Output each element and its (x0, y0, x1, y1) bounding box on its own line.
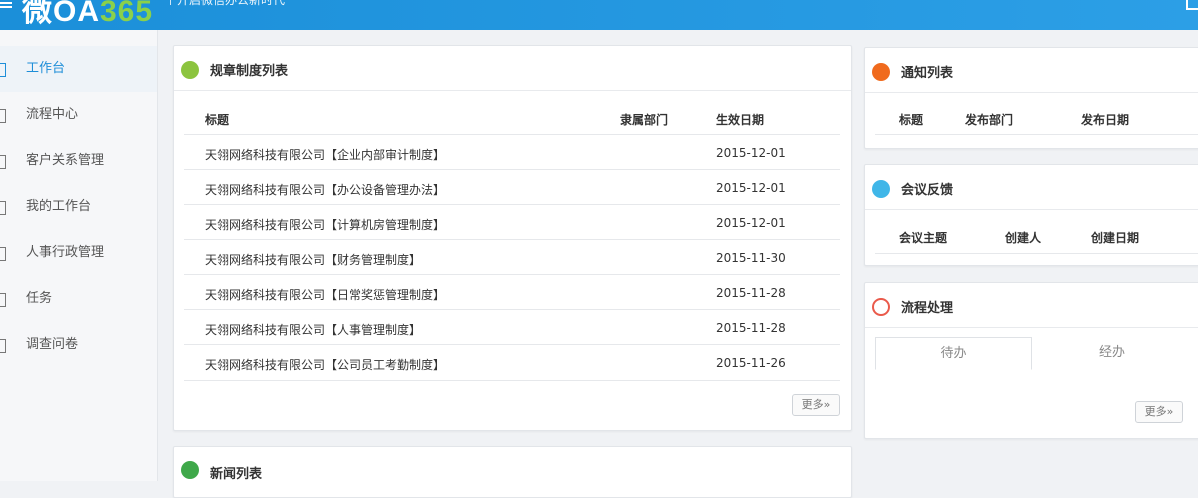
row-date: 2015-11-28 (716, 321, 786, 335)
column-header-created-date: 创建日期 (1091, 231, 1140, 245)
top-bar: 微OA365 开启微信办公新时代 (0, 0, 1198, 30)
column-header-date: 生效日期 (716, 113, 765, 127)
row-date: 2015-11-26 (716, 356, 786, 370)
row-date: 2015-12-01 (716, 146, 786, 160)
sidebar-item-my-workbench[interactable]: 我的工作台 (0, 184, 157, 230)
window-icon[interactable] (1186, 0, 1198, 10)
rules-panel: 规章制度列表 标题 隶属部门 生效日期 天翎网络科技有限公司【企业内部审计制度】… (173, 45, 852, 431)
column-header-title: 标题 (205, 113, 230, 127)
folder-icon (0, 247, 6, 261)
sidebar-item-label: 工作台 (26, 61, 66, 76)
row-title[interactable]: 天翎网络科技有限公司【办公设备管理办法】 (205, 181, 445, 198)
alarm-clock-icon (872, 298, 890, 316)
table-row[interactable]: 天翎网络科技有限公司【公司员工考勤制度】 2015-11-26 (184, 344, 840, 381)
row-title[interactable]: 天翎网络科技有限公司【企业内部审计制度】 (205, 146, 445, 163)
app-slogan: 开启微信办公新时代 (170, 0, 285, 8)
flow-panel: 流程处理 待办 经办 更多» (864, 282, 1198, 439)
panel-title: 会议反馈 (901, 183, 954, 198)
sidebar-item-label: 调查问卷 (26, 337, 79, 352)
table-row[interactable]: 天翎网络科技有限公司【日常奖惩管理制度】 2015-11-28 (184, 274, 840, 310)
table-header-divider (875, 253, 1198, 254)
row-date: 2015-11-28 (716, 286, 786, 300)
table-row[interactable]: 天翎网络科技有限公司【企业内部审计制度】 2015-12-01 (184, 134, 840, 170)
survey-icon (0, 339, 6, 353)
speaker-icon (872, 63, 890, 81)
notice-panel: 通知列表 标题 发布部门 发布日期 (864, 47, 1198, 149)
sidebar: 工作台 流程中心 客户关系管理 我的工作台 人事行政管理 任务 调查问卷 (0, 30, 158, 481)
panel-title: 通知列表 (901, 66, 954, 81)
sidebar-item-crm[interactable]: 客户关系管理 (0, 138, 157, 184)
sidebar-item-process-center[interactable]: 流程中心 (0, 92, 157, 138)
panel-title: 流程处理 (901, 301, 954, 316)
meeting-panel-header: 会议反馈 (865, 165, 1198, 210)
column-header-dept: 隶属部门 (620, 113, 669, 127)
column-header-dept: 发布部门 (965, 113, 1014, 127)
sidebar-item-hr-admin[interactable]: 人事行政管理 (0, 230, 157, 276)
tab-handled[interactable]: 经办 (1032, 337, 1192, 368)
row-date: 2015-12-01 (716, 216, 786, 230)
folder-icon (0, 155, 6, 169)
row-title[interactable]: 天翎网络科技有限公司【财务管理制度】 (205, 251, 421, 268)
table-row[interactable]: 天翎网络科技有限公司【计算机房管理制度】 2015-12-01 (184, 204, 840, 240)
table-row[interactable]: 天翎网络科技有限公司【财务管理制度】 2015-11-30 (184, 239, 840, 275)
row-title[interactable]: 天翎网络科技有限公司【日常奖惩管理制度】 (205, 286, 445, 303)
sidebar-item-tasks[interactable]: 任务 (0, 276, 157, 322)
column-header-date: 发布日期 (1081, 113, 1130, 127)
list-icon (0, 109, 6, 123)
row-date: 2015-11-30 (716, 251, 786, 265)
table-row[interactable]: 天翎网络科技有限公司【人事管理制度】 2015-11-28 (184, 309, 840, 345)
tab-todo[interactable]: 待办 (875, 337, 1032, 370)
row-title[interactable]: 天翎网络科技有限公司【计算机房管理制度】 (205, 216, 445, 233)
news-panel: 新闻列表 (173, 446, 852, 498)
column-header-title: 标题 (899, 113, 924, 127)
task-icon (0, 293, 6, 307)
more-button[interactable]: 更多» (1135, 401, 1183, 423)
sidebar-item-workbench[interactable]: 工作台 (0, 46, 157, 92)
table-row[interactable]: 天翎网络科技有限公司【办公设备管理办法】 2015-12-01 (184, 169, 840, 205)
menu-icon[interactable] (0, 0, 12, 10)
panel-title: 规章制度列表 (210, 64, 289, 79)
sidebar-item-label: 我的工作台 (26, 199, 92, 214)
more-button[interactable]: 更多» (792, 394, 840, 416)
flow-tabs: 待办 经办 (875, 337, 1198, 370)
row-title[interactable]: 天翎网络科技有限公司【人事管理制度】 (205, 321, 421, 338)
row-date: 2015-12-01 (716, 181, 786, 195)
feedback-icon (872, 180, 890, 198)
sidebar-item-survey[interactable]: 调查问卷 (0, 322, 157, 368)
column-header-creator: 创建人 (1005, 231, 1042, 245)
notice-panel-header: 通知列表 (865, 48, 1198, 93)
news-panel-header: 新闻列表 (174, 447, 851, 491)
app-logo: 微OA365 (22, 0, 154, 28)
rules-panel-header: 规章制度列表 (174, 46, 851, 91)
panel-title: 新闻列表 (210, 467, 263, 482)
sidebar-item-label: 流程中心 (26, 107, 79, 122)
table-header-divider (875, 134, 1198, 135)
news-icon (181, 461, 199, 479)
flow-panel-header: 流程处理 (865, 283, 1198, 328)
document-icon (181, 61, 199, 79)
column-header-topic: 会议主题 (899, 231, 948, 245)
sidebar-item-label: 人事行政管理 (26, 245, 105, 260)
sidebar-item-label: 任务 (26, 291, 53, 306)
folder-icon (0, 201, 6, 215)
meeting-panel: 会议反馈 会议主题 创建人 创建日期 (864, 164, 1198, 266)
dashboard-icon (0, 63, 6, 77)
sidebar-item-label: 客户关系管理 (26, 153, 105, 168)
row-title[interactable]: 天翎网络科技有限公司【公司员工考勤制度】 (205, 356, 445, 373)
